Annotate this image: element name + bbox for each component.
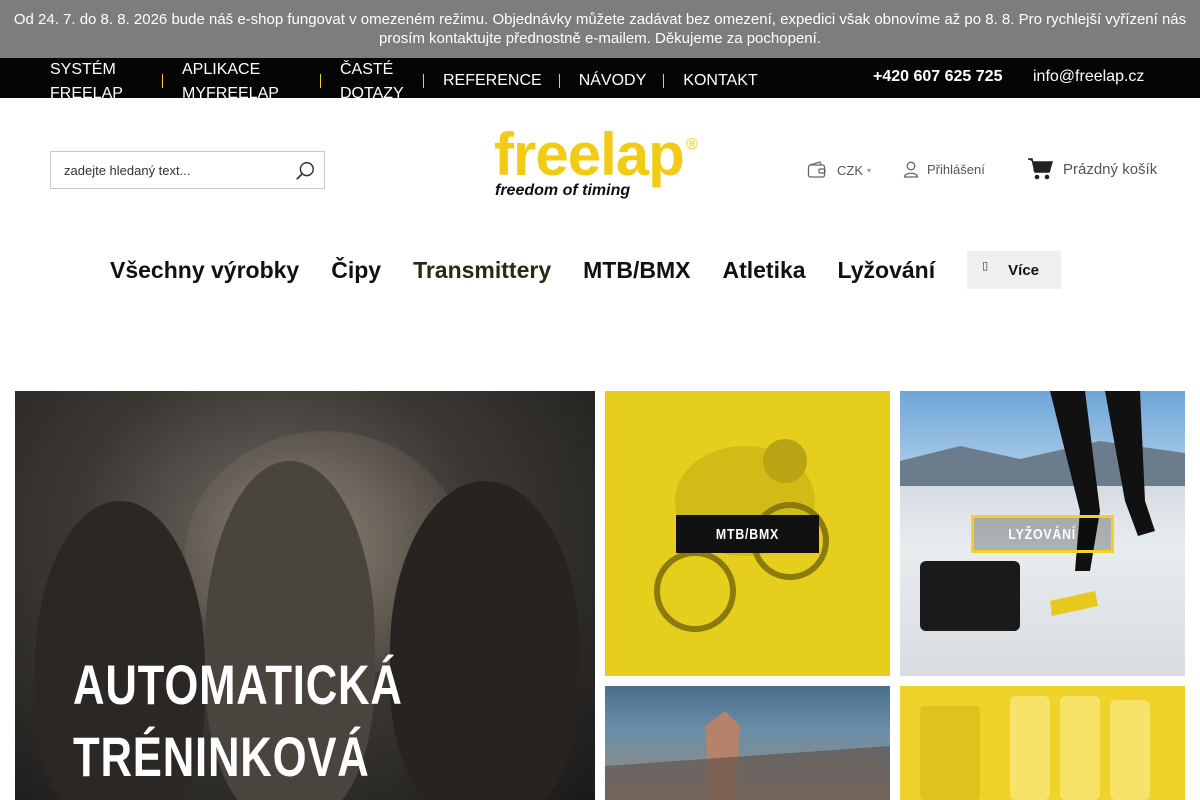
category-tile-skiing[interactable]: LYŽOVÁNÍ [900, 391, 1185, 676]
nav-transmitters[interactable]: Transmittery [413, 257, 551, 284]
skiing-label-button[interactable]: LYŽOVÁNÍ [971, 515, 1114, 553]
top-nav-aplikace[interactable]: Aplikace MyFreelap [182, 58, 321, 106]
nav-all-products[interactable]: Všechny výrobky [110, 257, 299, 284]
cart-link[interactable]: Prázdný košík [1027, 157, 1157, 181]
email-link[interactable]: info@freelap.cz [1033, 68, 1144, 86]
freelap-logo[interactable]: freelap ® freedom of timing [492, 121, 708, 206]
currency-selector[interactable]: CZK ▾ [807, 161, 871, 179]
login-label: Přihlášení [927, 162, 985, 177]
phone-link[interactable]: +420 607 625 725 [873, 68, 1002, 86]
notice-text: Od 24. 7. do 8. 8. 2026 bude náš e-shop … [13, 11, 1187, 47]
more-label: Více [1008, 261, 1040, 279]
search-box [50, 151, 325, 189]
nav-athletics[interactable]: Atletika [722, 257, 805, 284]
wallet-icon [807, 161, 826, 178]
top-nav-label: Kontakt [683, 72, 758, 89]
main-nav: Všechny výrobky Čipy Transmittery MTB/BM… [110, 251, 1062, 289]
nav-separator [558, 74, 560, 88]
top-nav-system-freelap[interactable]: Systém Freelap [50, 58, 163, 106]
top-nav-kontakt[interactable]: Kontakt [683, 58, 775, 93]
category-tile-products[interactable] [900, 686, 1185, 800]
hero-heading: AUTOMATICKÁ TRÉNINKOVÁ [73, 649, 403, 793]
nav-skiing[interactable]: Lyžování [838, 257, 936, 284]
notice-banner: Od 24. 7. do 8. 8. 2026 bude náš e-shop … [0, 0, 1200, 58]
top-nav-label: Návody [578, 72, 647, 89]
category-tile-athletics[interactable] [605, 686, 890, 800]
login-link[interactable]: Přihlášení [903, 161, 985, 178]
skiing-label: LYŽOVÁNÍ [1008, 525, 1077, 543]
top-nav-label: Časté dotazy [340, 61, 404, 102]
nav-separator [162, 74, 163, 88]
cart-label: Prázdný košík [1063, 160, 1158, 178]
mtb-label: MTB/BMX [715, 525, 780, 543]
mtb-label-button[interactable]: MTB/BMX [676, 515, 819, 553]
logo-tagline: freedom of timing [495, 182, 631, 199]
hero-banner[interactable]: AUTOMATICKÁ TRÉNINKOVÁ [15, 391, 595, 800]
search-icon[interactable] [294, 160, 316, 182]
nav-separator [320, 74, 321, 88]
nav-chips[interactable]: Čipy [331, 257, 381, 284]
athlete-photo [605, 711, 890, 800]
nav-separator [423, 74, 424, 88]
hero-heading-line-2: TRÉNINKOVÁ [73, 725, 370, 788]
cart-icon [1028, 158, 1053, 180]
more-button[interactable]: ▯ Více [967, 251, 1062, 289]
top-nav-navody[interactable]: Návody [579, 58, 665, 93]
logo-registered-mark: ® [686, 136, 698, 153]
user-icon [903, 161, 919, 178]
top-bar: Systém Freelap Aplikace MyFreelap Časté … [0, 58, 1200, 102]
hero-person-right [390, 481, 580, 800]
logo-wordmark: freelap [494, 121, 685, 188]
top-nav-label: Systém Freelap [50, 61, 123, 102]
menu-icon: ▯ [982, 259, 989, 272]
chevron-down-icon: ▾ [867, 165, 872, 175]
hero-heading-line-1: AUTOMATICKÁ [73, 653, 403, 716]
top-nav-caste-dotazy[interactable]: Časté dotazy [340, 58, 424, 106]
nav-separator [663, 74, 665, 88]
currency-label: CZK [837, 162, 863, 178]
products-photo [920, 696, 1150, 800]
nav-mtb-bmx[interactable]: MTB/BMX [583, 257, 690, 284]
category-tile-mtb[interactable]: MTB/BMX [605, 391, 890, 676]
top-nav-reference[interactable]: Reference [443, 58, 560, 93]
top-nav-label: Aplikace MyFreelap [182, 61, 279, 102]
search-input[interactable] [51, 152, 281, 188]
top-nav-label: Reference [443, 72, 542, 89]
top-nav: Systém Freelap Aplikace MyFreelap Časté … [50, 58, 795, 102]
